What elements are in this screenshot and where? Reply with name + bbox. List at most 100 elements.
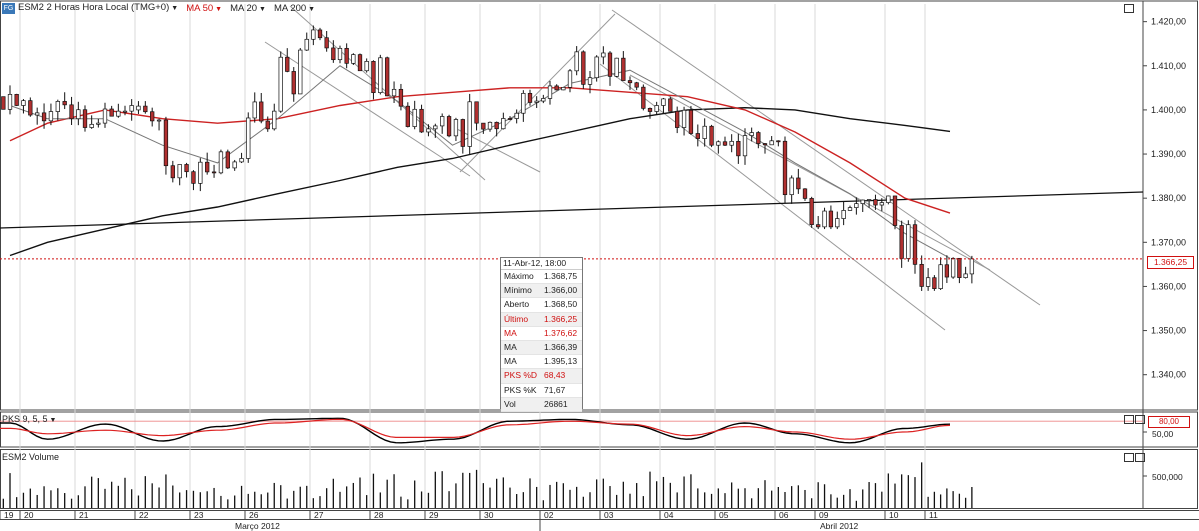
candle-body — [7, 94, 13, 110]
candle-body — [357, 54, 363, 72]
pks-panel-close-icon[interactable] — [1135, 415, 1145, 424]
candle-body — [48, 111, 54, 122]
day-label: 04 — [664, 510, 674, 520]
candle-body — [385, 57, 390, 97]
candle-body — [742, 135, 748, 157]
candle-body — [695, 133, 700, 139]
chevron-down-icon: ▼ — [215, 5, 223, 13]
candle-body — [405, 105, 410, 127]
candle-body — [514, 112, 519, 119]
candle-body — [776, 140, 781, 143]
tooltip-key: MA — [504, 356, 517, 367]
pks-panel-minimize-icon[interactable] — [1124, 415, 1134, 424]
candle-body — [426, 128, 431, 133]
candle-body — [291, 71, 296, 95]
candle-body — [716, 141, 721, 146]
candle-body — [796, 177, 801, 190]
candle-body — [688, 109, 694, 134]
candle-body — [337, 47, 343, 61]
tooltip-row: Mínimo 1.366,00 — [501, 284, 582, 299]
chart-svg[interactable]: 1.420,00 1.410,00 1.400,00 1.390,00 1.380,00… — [0, 0, 1199, 531]
candle-body — [252, 101, 257, 119]
trend-channel-line — [611, 9, 1041, 306]
candle-body — [521, 93, 526, 114]
candle-body — [762, 143, 768, 146]
volume-panel-minimize-icon[interactable] — [1124, 453, 1134, 462]
candle-body — [298, 49, 303, 95]
candle-body — [225, 151, 230, 169]
tooltip-title: 11-Abr-12, 18:00 — [501, 258, 582, 270]
tooltip-key: Máximo — [504, 271, 534, 281]
tooltip-value: 1.366,39 — [544, 341, 578, 352]
data-tooltip: 11-Abr-12, 18:00 Máximo 1.368,75 Mínimo 1.3… — [500, 257, 583, 412]
candle-body — [661, 98, 666, 106]
candle-body — [647, 108, 653, 112]
candle-body — [769, 140, 774, 146]
panel-close-icon[interactable] — [1124, 4, 1134, 13]
candle-body — [82, 109, 88, 128]
tooltip-row: Aberto 1.368,50 — [501, 298, 582, 313]
ma50-toggle[interactable]: MA 50 ▼ — [186, 3, 222, 14]
candle-body — [494, 121, 499, 130]
candle-body — [351, 54, 356, 64]
price-panel-frame — [0, 0, 1198, 411]
candle-body — [331, 47, 336, 61]
tooltip-key: MA — [504, 341, 517, 352]
candle-body — [205, 161, 210, 173]
candle-body — [709, 125, 714, 146]
day-label: 03 — [604, 510, 614, 520]
y-tick-label: 1.340,00 — [1151, 370, 1186, 380]
chart-window: 1.420,00 1.410,00 1.400,00 1.390,00 1.380,00… — [0, 0, 1199, 531]
tooltip-key: Aberto — [504, 299, 530, 310]
day-label: 21 — [79, 510, 89, 520]
tooltip-value: 68,43 — [544, 370, 566, 381]
y-tick-label: 1.420,00 — [1151, 17, 1186, 27]
tooltip-key: Último — [504, 313, 529, 324]
pks-tick-label: 50,00 — [1152, 429, 1174, 439]
ma20-toggle[interactable]: MA 20 ▼ — [230, 3, 266, 14]
candle-body — [136, 105, 141, 111]
candle-body — [324, 37, 329, 49]
candle-body — [412, 108, 417, 127]
candle-body — [634, 82, 639, 88]
y-tick-label: 1.390,00 — [1151, 149, 1186, 159]
tooltip-value: 1.368,50 — [544, 299, 578, 310]
candle-body — [567, 70, 573, 88]
tooltip-key: Vol — [504, 398, 516, 409]
candle-body — [828, 210, 834, 228]
candle-body — [957, 257, 962, 278]
volume-panel-close-icon[interactable] — [1135, 453, 1145, 462]
pks-panel-label[interactable]: PKS 9, 5, 5 ▼ — [2, 414, 56, 424]
tooltip-value: 1.366,25 — [544, 313, 578, 324]
candle-body — [304, 38, 309, 51]
candle-body — [122, 110, 128, 113]
candle-body — [96, 122, 101, 125]
candle-body — [259, 101, 264, 122]
trend-channel-line — [629, 74, 991, 271]
app-logo-icon: FG — [2, 3, 15, 14]
tooltip-row: Último 1.366,25 — [501, 312, 582, 327]
y-tick-label: 1.350,00 — [1151, 326, 1186, 336]
day-label: 02 — [544, 510, 554, 520]
candle-body — [802, 188, 808, 199]
ma200-toggle[interactable]: MA 200 ▼ — [274, 3, 315, 14]
candle-body — [873, 199, 878, 206]
tooltip-key: MA — [504, 327, 517, 338]
candle-body — [527, 93, 533, 103]
candle-body — [822, 210, 827, 228]
day-label: 23 — [194, 510, 204, 520]
month-label: Março 2012 — [235, 521, 280, 531]
candle-body — [116, 110, 121, 117]
tooltip-row: Máximo 1.368,75 — [501, 270, 582, 285]
symbol-selector[interactable]: FG ESM2 2 Horas Hora Local (TMG+0) ▼ — [2, 2, 178, 14]
candle-body — [816, 224, 821, 228]
candle-body — [474, 101, 479, 124]
candle-body — [198, 161, 203, 184]
candle-body — [89, 123, 94, 128]
day-label: 29 — [429, 510, 439, 520]
candle-body — [681, 109, 687, 128]
day-label: 09 — [819, 510, 829, 520]
support-trendline — [0, 191, 1144, 229]
candle-body — [541, 98, 546, 102]
candle-body — [879, 202, 884, 206]
